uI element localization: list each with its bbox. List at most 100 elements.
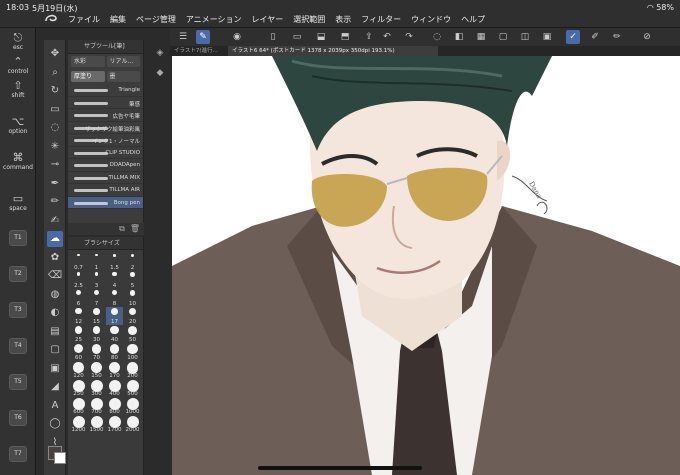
clip-studio-logo-icon[interactable]	[44, 13, 58, 25]
menu-item-2[interactable]: ページ管理	[136, 14, 176, 25]
brush-size-option[interactable]: 1700	[106, 415, 123, 433]
modifier-option[interactable]: ⌥ option	[0, 116, 36, 136]
hamburger-menu-icon[interactable]: ☰	[176, 30, 190, 44]
brush-size-option[interactable]: 6	[70, 289, 87, 307]
brush-icon[interactable]: ✐	[588, 30, 602, 44]
brush-size-option[interactable]: 150	[88, 361, 105, 379]
airbrush-icon[interactable]: ☁	[47, 231, 63, 247]
menu-item-0[interactable]: ファイル	[68, 14, 100, 25]
brush-size-option[interactable]: 200	[124, 361, 141, 379]
menu-item-8[interactable]: ウィンドウ	[411, 14, 451, 25]
brush-size-option[interactable]: 25	[70, 325, 87, 343]
gradient-icon[interactable]: ▤	[47, 324, 63, 340]
brush-item[interactable]: Bong pen	[68, 196, 143, 209]
settings-pen-icon[interactable]: ⊘	[640, 30, 654, 44]
select-icon[interactable]: ▭	[47, 102, 63, 118]
doc-tab-inactive[interactable]: イラスト7(進行...	[170, 46, 226, 56]
modifier-control[interactable]: ⌃ control	[0, 56, 36, 76]
menu-item-9[interactable]: ヘルプ	[461, 14, 485, 25]
brush-item[interactable]: TILLMA MIX	[68, 172, 143, 184]
brush-size-option[interactable]: 2.5	[70, 271, 87, 289]
fill-icon[interactable]: ◧	[452, 30, 466, 44]
brush-tool-icon[interactable]: ✍	[47, 213, 63, 229]
undo-icon[interactable]: ↶	[380, 30, 394, 44]
brush-size-option[interactable]: 40	[106, 325, 123, 343]
brush-size-option[interactable]: 1000	[124, 397, 141, 415]
brush-size-option[interactable]: 7	[88, 289, 105, 307]
redo-icon[interactable]: ↷	[402, 30, 416, 44]
brush-size-option[interactable]: 600	[70, 397, 87, 415]
tkey-t4[interactable]: T4	[9, 338, 27, 354]
subtool-tab-thick-paint[interactable]: 厚塗り	[71, 71, 105, 82]
grid-icon[interactable]: ▦	[474, 30, 488, 44]
layers-icon[interactable]: ◈	[153, 46, 167, 60]
subtool-tab-real[interactable]: リアル...	[106, 56, 140, 67]
import-icon[interactable]: ⇪	[362, 30, 376, 44]
brush-size-option[interactable]: 70	[88, 343, 105, 361]
modifier-esc[interactable]: ⎋ esc	[0, 32, 36, 52]
blend-icon[interactable]: ◍	[47, 287, 63, 303]
tkey-t1[interactable]: T1	[9, 230, 27, 246]
selection-icon[interactable]: ▢	[496, 30, 510, 44]
brush-size-option[interactable]: 300	[88, 379, 105, 397]
new-document-icon[interactable]: ▯	[266, 30, 280, 44]
ruler-tool-icon[interactable]: ◢	[47, 379, 63, 395]
brush-size-option[interactable]: 5	[124, 271, 141, 289]
brush-size-option[interactable]: 100	[124, 343, 141, 361]
pen-icon[interactable]: ✒	[47, 176, 63, 192]
tkey-t7[interactable]: T7	[9, 446, 27, 462]
text-icon[interactable]: A	[47, 398, 63, 414]
doc-tab-active[interactable]: イラスト6 64* (ポストカード 1378 x 2039px 350dpi 1…	[228, 46, 438, 56]
eyedropper-icon[interactable]: ⊸	[47, 157, 63, 173]
drawing-canvas[interactable]: Dana	[172, 56, 680, 475]
frame-border-icon[interactable]: ▣	[47, 361, 63, 377]
modifier-command[interactable]: ⌘ command	[0, 152, 36, 172]
brush-item[interactable]: 広告ヤ毛筆	[68, 109, 143, 122]
lasso-icon[interactable]: ◌	[47, 120, 63, 136]
brush-size-option[interactable]: 80	[106, 343, 123, 361]
tkey-t5[interactable]: T5	[9, 374, 27, 390]
brush-size-option[interactable]: 2	[124, 253, 141, 271]
brush-size-option[interactable]: 20	[124, 307, 141, 325]
magic-wand-icon[interactable]: ✳	[47, 139, 63, 155]
pencil-icon[interactable]: ✏	[47, 194, 63, 210]
brush-size-option[interactable]: 50	[124, 325, 141, 343]
brush-size-option[interactable]: 250	[70, 379, 87, 397]
menu-item-1[interactable]: 編集	[110, 14, 126, 25]
brush-size-option[interactable]: 700	[88, 397, 105, 415]
brush-size-option[interactable]: 4	[106, 271, 123, 289]
blend-tool-icon[interactable]: ◌	[430, 30, 444, 44]
brush-size-option[interactable]: 0.7	[70, 253, 87, 271]
move-icon[interactable]: ✥	[47, 46, 63, 62]
delete-subtool-icon[interactable]: 🗑	[130, 223, 140, 235]
tkey-t3[interactable]: T3	[9, 302, 27, 318]
illustration[interactable]	[172, 56, 680, 475]
menu-item-6[interactable]: 表示	[335, 14, 351, 25]
layer-stack-icon[interactable]: ◆	[153, 66, 167, 80]
sub-color-swatch[interactable]	[54, 452, 66, 464]
figure-icon[interactable]: ▢	[47, 342, 63, 358]
eraser-icon[interactable]: ⌫	[47, 268, 63, 284]
brush-size-option[interactable]: 2000	[124, 415, 141, 433]
brush-size-option[interactable]: 1200	[70, 415, 87, 433]
balloon-icon[interactable]: ◯	[47, 416, 63, 432]
brush-item[interactable]: 筆感	[68, 97, 143, 109]
modifier-space[interactable]: ▭ space	[0, 193, 36, 213]
menu-item-5[interactable]: 選択範囲	[293, 14, 325, 25]
copy-subtool-icon[interactable]: ⧉	[119, 223, 125, 235]
export-icon[interactable]: ⬒	[338, 30, 352, 44]
brush-size-option[interactable]: 500	[124, 379, 141, 397]
brush-size-option[interactable]: 12	[70, 307, 87, 325]
decoration-icon[interactable]: ✿	[47, 250, 63, 266]
subtool-tab-watercolor[interactable]: 水彩	[71, 56, 105, 67]
brush-size-option[interactable]: 8	[106, 289, 123, 307]
open-folder-icon[interactable]: ▭	[290, 30, 304, 44]
subtool-tab-ink[interactable]: 墨	[106, 71, 140, 82]
home-indicator[interactable]	[258, 466, 422, 470]
tkey-t2[interactable]: T2	[9, 266, 27, 282]
brush-item[interactable]: TILLMA AIR	[68, 184, 143, 197]
modifier-shift[interactable]: ⇧ shift	[0, 80, 36, 100]
brush-size-option[interactable]: 17	[106, 307, 123, 325]
brush-size-option[interactable]: 400	[106, 379, 123, 397]
fill-bucket-icon[interactable]: ◐	[47, 305, 63, 321]
